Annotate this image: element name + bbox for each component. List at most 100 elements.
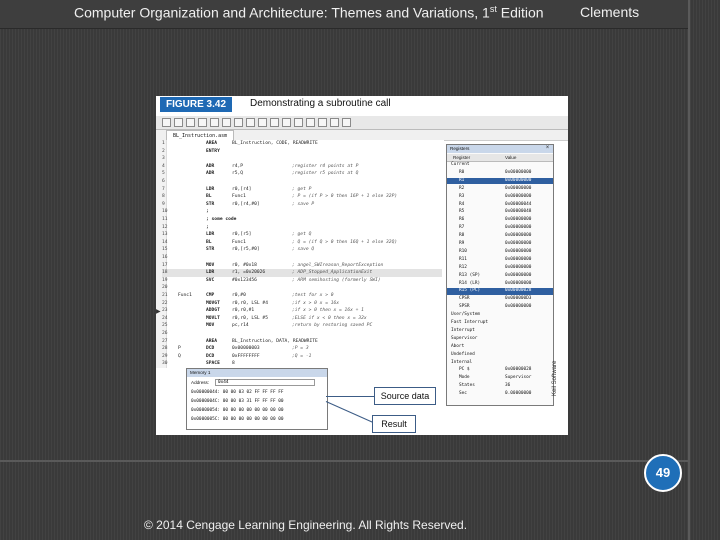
code-line[interactable]: 24 MOVLT r0,r0, LSL #5 ;ELSE if x < 0 then …: [162, 315, 442, 323]
save-icon[interactable]: [186, 118, 195, 127]
line-number: 12: [162, 224, 168, 230]
code-line[interactable]: 3: [162, 155, 442, 163]
register-row[interactable]: R13 (SP) 0x00000000: [447, 273, 553, 280]
register-row[interactable]: R7 0x00000000: [447, 225, 553, 232]
value-column-header: Value: [505, 155, 517, 160]
step-icon[interactable]: [306, 118, 315, 127]
code-line[interactable]: 19 SVC #0x123456 ; ARM semihosting (formerl…: [162, 277, 442, 285]
register-row[interactable]: R11 0x00000000: [447, 257, 553, 264]
code-comment: ; Q = (if Q > 0 then 16Q + 1 else 32Q): [292, 239, 398, 245]
register-row[interactable]: R9 0x00000000: [447, 241, 553, 248]
register-row[interactable]: R3 0x00000000: [447, 194, 553, 201]
register-row[interactable]: Undefined: [447, 352, 553, 359]
register-row[interactable]: SPSR 0x00000000: [447, 304, 553, 311]
register-row[interactable]: R14 (LR) 0x00000000: [447, 281, 553, 288]
code-line[interactable]: 15 STR r0,[r5,#0] ; save Q: [162, 246, 442, 254]
register-row[interactable]: Internal: [447, 360, 553, 367]
code-comment: ;Q = -1: [292, 353, 312, 359]
cut-icon[interactable]: [198, 118, 207, 127]
code-opcode: STR: [206, 247, 215, 253]
register-row[interactable]: R2 0x00000000: [447, 186, 553, 193]
register-row[interactable]: Abort: [447, 344, 553, 351]
run-icon[interactable]: [294, 118, 303, 127]
code-line[interactable]: 27 AREA BL_Instruction, DATA, READWRITE: [162, 338, 442, 346]
code-line[interactable]: 20: [162, 284, 442, 292]
register-row[interactable]: Supervisor: [447, 336, 553, 343]
register-row[interactable]: Current: [447, 162, 553, 169]
code-line[interactable]: 13 LDR r0,[r5] ; get Q: [162, 231, 442, 239]
result-callout: Result: [372, 415, 416, 433]
register-row[interactable]: R5 0x00000048: [447, 209, 553, 216]
undo-icon[interactable]: [234, 118, 243, 127]
debug-icon[interactable]: [282, 118, 291, 127]
code-operands: Func1: [232, 239, 246, 245]
code-line[interactable]: 23 ADDGT r0,r0,#1 ;if x > 0 then x = 16x + …: [162, 307, 442, 315]
settings-icon[interactable]: [342, 118, 351, 127]
register-row[interactable]: User/System: [447, 312, 553, 319]
code-editor[interactable]: 1 AREA BL_Instruction, CODE, READWRITE 2 ENT…: [156, 140, 444, 368]
code-line[interactable]: 29 Q DCD 0xFFFFFFFF ;Q = -1: [162, 353, 442, 361]
register-name: R15 (PC): [459, 288, 481, 294]
code-opcode: DCD: [206, 346, 215, 352]
code-comment: ; angel_SWIreason_ReportException: [292, 262, 384, 268]
redo-icon[interactable]: [246, 118, 255, 127]
code-comment: ; get P: [292, 186, 312, 192]
code-opcode: MOVGT: [206, 300, 220, 306]
register-row[interactable]: R10 0x00000000: [447, 249, 553, 256]
register-row[interactable]: R12 0x00000000: [447, 265, 553, 272]
register-name: R12: [459, 264, 467, 270]
code-line[interactable]: 14 BL Func1 ; Q = (if Q > 0 then 16Q + 1 el…: [162, 239, 442, 247]
code-line[interactable]: 1 AREA BL_Instruction, CODE, READWRITE: [162, 140, 442, 148]
register-row[interactable]: R8 0x00000000: [447, 233, 553, 240]
register-row[interactable]: R15 (PC) 0x00000028: [447, 288, 553, 295]
code-line[interactable]: 28 P DCD 0x00000003 ;P = 3: [162, 345, 442, 353]
register-row[interactable]: Mode Supervisor: [447, 375, 553, 382]
code-line[interactable]: 12;: [162, 224, 442, 232]
register-row[interactable]: R0 0x00000000: [447, 170, 553, 177]
code-line[interactable]: 5 ADR r5,Q ;register r5 points at Q: [162, 170, 442, 178]
copy-icon[interactable]: [210, 118, 219, 127]
code-line[interactable]: 2 ENTRY: [162, 148, 442, 156]
code-line[interactable]: 18 LDR r1, =0x20026 ; ADP_Stopped_Applicati…: [162, 269, 442, 277]
register-row[interactable]: Sec 0.00000000: [447, 391, 553, 398]
line-number: 1: [162, 141, 165, 146]
code-line[interactable]: 10;: [162, 208, 442, 216]
code-line[interactable]: 25 MOV pc,r14 ;return by restoring saved PC: [162, 322, 442, 330]
register-name: Interrupt: [451, 327, 475, 333]
code-line[interactable]: 4 ADR r4,P ;register r4 points at P: [162, 163, 442, 171]
paste-icon[interactable]: [222, 118, 231, 127]
line-number: 2: [162, 148, 165, 154]
code-line[interactable]: 7 LDR r0,[r4] ; get P: [162, 186, 442, 194]
code-line[interactable]: 8 BL Func1 ; P = (if P > 0 then 16P + 1 els…: [162, 193, 442, 201]
register-value: 0x00000000: [505, 248, 532, 254]
close-icon[interactable]: ×: [544, 145, 551, 152]
register-row[interactable]: Fast Interrupt: [447, 320, 553, 327]
register-row[interactable]: R6 0x00000000: [447, 217, 553, 224]
register-row[interactable]: R4 0x00000044: [447, 202, 553, 209]
code-line[interactable]: 17 MOV r0, #0x18 ; angel_SWIreason_ReportEx…: [162, 262, 442, 270]
memory-row: 0x00000044: 00 00 03 02 FF FF FF FF: [191, 390, 284, 395]
open-file-icon[interactable]: [174, 118, 183, 127]
code-line[interactable]: 6: [162, 178, 442, 186]
register-name: R2: [459, 185, 465, 191]
code-opcode: ENTRY: [206, 148, 220, 154]
code-line[interactable]: 16: [162, 254, 442, 262]
code-line[interactable]: 21 Func1 CMP r0,#0 ;test for x > 0: [162, 292, 442, 300]
step-over-icon[interactable]: [318, 118, 327, 127]
build-icon[interactable]: [270, 118, 279, 127]
code-line[interactable]: 9 STR r0,[r4,#0] ; save P: [162, 201, 442, 209]
new-file-icon[interactable]: [162, 118, 171, 127]
find-icon[interactable]: [258, 118, 267, 127]
line-number: 17: [162, 262, 168, 268]
register-row[interactable]: PC $ 0x00000028: [447, 367, 553, 374]
code-line[interactable]: 22 MOVGT r0,r0, LSL #4 ;if x > 0 x = 16x: [162, 300, 442, 308]
register-row[interactable]: States 36: [447, 383, 553, 390]
address-input[interactable]: 0x44: [215, 379, 315, 386]
breakpoint-icon[interactable]: [330, 118, 339, 127]
code-line[interactable]: 11 ; some code: [162, 216, 442, 224]
code-line[interactable]: 30 SPACE 8: [162, 360, 442, 368]
code-line[interactable]: 26: [162, 330, 442, 338]
register-row[interactable]: R1 0x00000000: [447, 177, 553, 185]
register-row[interactable]: CPSR 0x000000D3: [447, 296, 553, 303]
register-row[interactable]: Interrupt: [447, 328, 553, 335]
